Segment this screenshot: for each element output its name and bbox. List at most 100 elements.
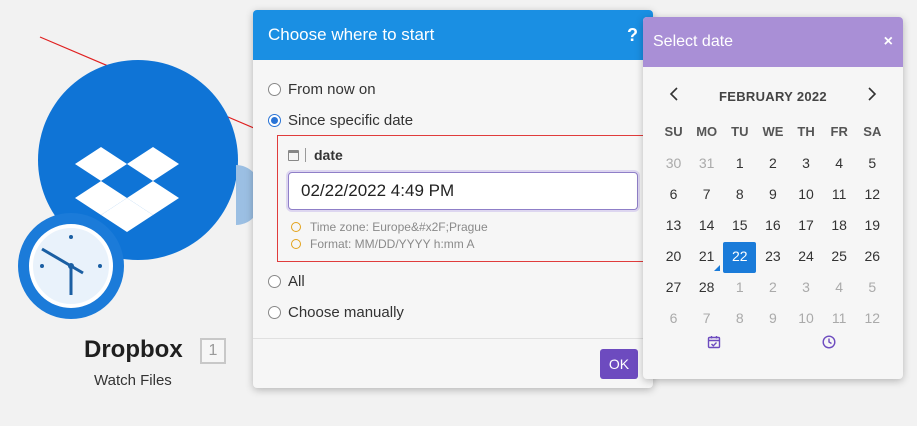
date-picker-panel: Select date × FEBRUARY 2022 SU MO TU WE TH FR…: [643, 17, 903, 379]
calendar-day[interactable]: 11: [823, 304, 856, 335]
calendar-day[interactable]: 2: [756, 273, 789, 304]
month-navigation: FEBRUARY 2022: [643, 85, 903, 109]
calendar-day[interactable]: 24: [790, 242, 823, 273]
calendar-day[interactable]: 3: [790, 273, 823, 304]
module-count-badge: 1: [200, 338, 226, 364]
calendar-day[interactable]: 1: [723, 149, 756, 180]
calendar-day[interactable]: 14: [690, 211, 723, 242]
option-label: Choose manually: [288, 304, 404, 321]
calendar-day[interactable]: 18: [823, 211, 856, 242]
calendar-day[interactable]: 25: [823, 242, 856, 273]
help-icon[interactable]: ?: [627, 25, 638, 46]
close-icon[interactable]: ×: [884, 33, 893, 51]
start-options-bottom: All Choose manually: [268, 266, 404, 328]
calendar-day[interactable]: 9: [756, 304, 789, 335]
picker-header: Select date ×: [643, 17, 903, 67]
calendar-day[interactable]: 8: [723, 304, 756, 335]
calendar-week-row: 6 7 8 9 10 11 12: [657, 180, 889, 211]
label-divider: [305, 148, 306, 162]
dialog-header: Choose where to start ?: [253, 10, 653, 60]
picker-title: Select date: [653, 33, 734, 50]
ok-button[interactable]: OK: [600, 349, 638, 379]
calendar-day[interactable]: 17: [790, 211, 823, 242]
radio-choose-manually[interactable]: [268, 306, 281, 319]
module-title: Dropbox: [84, 336, 183, 363]
start-options-top: From now on Since specific date: [253, 60, 653, 136]
calendar-day[interactable]: 3: [790, 149, 823, 180]
calendar-day[interactable]: 21: [690, 242, 723, 273]
weekday-header-row: SU MO TU WE TH FR SA: [657, 118, 889, 149]
weekday-label: TH: [797, 124, 815, 139]
calendar-day[interactable]: 1: [723, 273, 756, 304]
clock-icon[interactable]: [822, 335, 836, 349]
next-month-icon[interactable]: [867, 85, 877, 106]
date-input[interactable]: [288, 172, 638, 210]
calendar-day[interactable]: 8: [723, 180, 756, 211]
calendar-day[interactable]: 5: [856, 149, 889, 180]
option-label: All: [288, 273, 305, 290]
date-field-group: date Time zone: Europe&#x2F;Prague Forma…: [277, 135, 645, 262]
calendar-day[interactable]: 31: [690, 149, 723, 180]
format-hint-text: Format: MM/DD/YYYY h:mm A: [310, 237, 475, 251]
calendar-day[interactable]: 10: [790, 180, 823, 211]
option-from-now-on[interactable]: From now on: [268, 74, 653, 105]
calendar-day[interactable]: 20: [657, 242, 690, 273]
radio-from-now-on[interactable]: [268, 83, 281, 96]
calendar-check-icon[interactable]: [707, 335, 721, 349]
calendar-day[interactable]: 7: [690, 180, 723, 211]
calendar-day[interactable]: 6: [657, 304, 690, 335]
option-all[interactable]: All: [268, 266, 404, 297]
calendar-day[interactable]: 23: [756, 242, 789, 273]
globe-icon: [291, 222, 301, 232]
calendar-day[interactable]: 26: [856, 242, 889, 273]
date-field-label: date: [314, 147, 343, 163]
timezone-hint-text: Time zone: Europe&#x2F;Prague: [310, 220, 488, 234]
calendar-day[interactable]: 10: [790, 304, 823, 335]
calendar-day[interactable]: 12: [856, 304, 889, 335]
month-label: FEBRUARY 2022: [719, 89, 827, 104]
calendar-day[interactable]: 6: [657, 180, 690, 211]
option-choose-manually[interactable]: Choose manually: [268, 297, 404, 328]
calendar-grid: SU MO TU WE TH FR SA 30 31 1 2 3 4 5 6 7 8 9 10 11 12 13 14 15 1…: [657, 118, 889, 335]
calendar-day[interactable]: 19: [856, 211, 889, 242]
calendar-day[interactable]: 2: [756, 149, 789, 180]
radio-all[interactable]: [268, 275, 281, 288]
weekday-label: SA: [863, 124, 882, 139]
weekday-label: SU: [664, 124, 683, 139]
option-label: Since specific date: [288, 112, 414, 129]
weekday-label: WE: [762, 124, 784, 139]
format-hint: Format: MM/DD/YYYY h:mm A: [291, 237, 474, 251]
radio-since-specific-date[interactable]: [268, 114, 281, 127]
weekday-label: TU: [731, 124, 749, 139]
calendar-day[interactable]: 9: [756, 180, 789, 211]
choose-start-dialog: Choose where to start ? From now on Sinc…: [253, 10, 653, 388]
calendar-week-row: 13 14 15 16 17 18 19: [657, 211, 889, 242]
picker-footer: [643, 335, 903, 355]
calendar-day[interactable]: 27: [657, 273, 690, 304]
calendar-day[interactable]: 7: [690, 304, 723, 335]
clock-hint-icon: [291, 239, 301, 249]
calendar-week-row: 20 21 22 23 24 25 26: [657, 242, 889, 273]
calendar-day[interactable]: 5: [856, 273, 889, 304]
calendar-icon: [288, 149, 299, 161]
calendar-day[interactable]: 15: [723, 211, 756, 242]
option-since-specific-date[interactable]: Since specific date: [268, 105, 653, 136]
option-label: From now on: [288, 81, 376, 98]
calendar-week-row: 6 7 8 9 10 11 12: [657, 304, 889, 335]
calendar-day-selected[interactable]: 22: [723, 242, 757, 273]
dialog-footer: OK: [253, 338, 653, 388]
weekday-label: FR: [830, 124, 848, 139]
calendar-week-row: 30 31 1 2 3 4 5: [657, 149, 889, 180]
schedule-clock-icon[interactable]: [18, 213, 124, 319]
calendar-day[interactable]: 4: [823, 149, 856, 180]
calendar-day[interactable]: 30: [657, 149, 690, 180]
calendar-day[interactable]: 12: [856, 180, 889, 211]
calendar-day[interactable]: 13: [657, 211, 690, 242]
calendar-day[interactable]: 11: [823, 180, 856, 211]
calendar-day[interactable]: 4: [823, 273, 856, 304]
calendar-day[interactable]: 16: [756, 211, 789, 242]
module-subtitle: Watch Files: [94, 372, 172, 389]
calendar-day[interactable]: 28: [690, 273, 723, 304]
timezone-hint: Time zone: Europe&#x2F;Prague: [291, 220, 488, 234]
weekday-label: MO: [696, 124, 718, 139]
